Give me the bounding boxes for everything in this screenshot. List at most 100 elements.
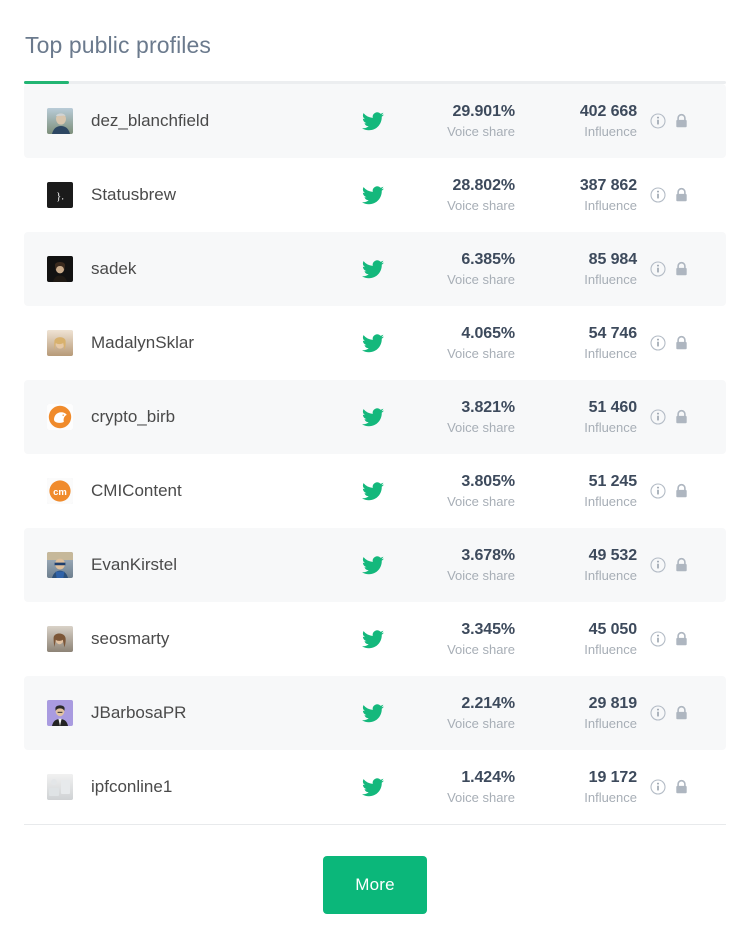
influence-metric: 54 746 Influence	[515, 323, 637, 363]
voice-share-value: 4.065%	[461, 323, 515, 344]
list-item[interactable]: EvanKirstel 3.678% Voice share 49 532 In…	[24, 528, 726, 602]
influence-metric: 387 862 Influence	[515, 175, 637, 215]
list-item[interactable]: MadalynSklar 4.065% Voice share 54 746 I…	[24, 306, 726, 380]
voice-share-value: 3.821%	[461, 397, 515, 418]
info-circle-icon[interactable]	[649, 779, 666, 796]
voice-share-metric: 1.424% Voice share	[395, 767, 515, 807]
influence-metric: 85 984 Influence	[515, 249, 637, 289]
twitter-bird-icon	[351, 556, 395, 575]
list-item[interactable]: JBarbosaPR 2.214% Voice share 29 819 Inf…	[24, 676, 726, 750]
profile-username: JBarbosaPR	[91, 703, 351, 723]
lock-icon[interactable]	[673, 779, 690, 796]
influence-value: 19 172	[589, 767, 637, 788]
info-circle-icon[interactable]	[649, 113, 666, 130]
lock-icon[interactable]	[673, 335, 690, 352]
twitter-bird-icon	[351, 260, 395, 279]
twitter-bird-icon	[351, 186, 395, 205]
voice-share-label: Voice share	[447, 715, 515, 733]
influence-metric: 29 819 Influence	[515, 693, 637, 733]
lock-icon[interactable]	[673, 187, 690, 204]
influence-label: Influence	[584, 493, 637, 511]
lock-icon[interactable]	[673, 631, 690, 648]
svg-text:cm: cm	[53, 487, 67, 498]
profile-username: Statusbrew	[91, 185, 351, 205]
influence-value: 402 668	[580, 101, 637, 122]
voice-share-metric: 29.901% Voice share	[395, 101, 515, 141]
info-circle-icon[interactable]	[649, 187, 666, 204]
voice-share-label: Voice share	[447, 197, 515, 215]
lock-icon[interactable]	[673, 483, 690, 500]
influence-label: Influence	[584, 715, 637, 733]
avatar	[47, 256, 73, 282]
twitter-bird-icon	[351, 112, 395, 131]
voice-share-metric: 3.805% Voice share	[395, 471, 515, 511]
info-circle-icon[interactable]	[649, 705, 666, 722]
voice-share-value: 28.802%	[453, 175, 515, 196]
list-item[interactable]: ipfconline1 1.424% Voice share 19 172 In…	[24, 750, 726, 824]
influence-value: 29 819	[589, 693, 637, 714]
tab-active-indicator	[24, 81, 69, 84]
info-circle-icon[interactable]	[649, 335, 666, 352]
row-actions	[649, 483, 690, 500]
avatar	[47, 700, 73, 726]
info-circle-icon[interactable]	[649, 557, 666, 574]
avatar	[47, 404, 73, 430]
avatar: }.	[47, 182, 73, 208]
list-item[interactable]: dez_blanchfield 29.901% Voice share 402 …	[24, 84, 726, 158]
avatar	[47, 108, 73, 134]
voice-share-value: 1.424%	[461, 767, 515, 788]
profile-username: ipfconline1	[91, 777, 351, 797]
profile-username: dez_blanchfield	[91, 111, 351, 131]
list-item[interactable]: crypto_birb 3.821% Voice share 51 460 In…	[24, 380, 726, 454]
list-item[interactable]: }. Statusbrew 28.802% Voice share 387 86…	[24, 158, 726, 232]
avatar	[47, 626, 73, 652]
twitter-bird-icon	[351, 482, 395, 501]
row-actions	[649, 557, 690, 574]
influence-value: 85 984	[589, 249, 637, 270]
voice-share-label: Voice share	[447, 641, 515, 659]
voice-share-metric: 3.678% Voice share	[395, 545, 515, 585]
voice-share-metric: 3.345% Voice share	[395, 619, 515, 659]
tab-underline-track	[24, 81, 726, 84]
lock-icon[interactable]	[673, 705, 690, 722]
list-item[interactable]: sadek 6.385% Voice share 85 984 Influenc…	[24, 232, 726, 306]
info-circle-icon[interactable]	[649, 631, 666, 648]
profile-username: MadalynSklar	[91, 333, 351, 353]
voice-share-metric: 28.802% Voice share	[395, 175, 515, 215]
voice-share-metric: 2.214% Voice share	[395, 693, 515, 733]
row-actions	[649, 187, 690, 204]
row-actions	[649, 261, 690, 278]
voice-share-label: Voice share	[447, 567, 515, 585]
influence-value: 45 050	[589, 619, 637, 640]
twitter-bird-icon	[351, 778, 395, 797]
card-header: Top public profiles	[0, 0, 750, 84]
info-circle-icon[interactable]	[649, 483, 666, 500]
top-public-profiles-card: Top public profiles dez_blanchfield 29.9…	[0, 0, 750, 950]
voice-share-value: 6.385%	[461, 249, 515, 270]
influence-value: 51 460	[589, 397, 637, 418]
lock-icon[interactable]	[673, 261, 690, 278]
voice-share-value: 3.345%	[461, 619, 515, 640]
lock-icon[interactable]	[673, 113, 690, 130]
influence-value: 54 746	[589, 323, 637, 344]
voice-share-label: Voice share	[447, 789, 515, 807]
row-actions	[649, 409, 690, 426]
list-item[interactable]: seosmarty 3.345% Voice share 45 050 Infl…	[24, 602, 726, 676]
avatar: cm	[47, 478, 73, 504]
avatar	[47, 552, 73, 578]
list-item[interactable]: cm CMIContent 3.805% Voice share 51 245 …	[24, 454, 726, 528]
voice-share-label: Voice share	[447, 345, 515, 363]
lock-icon[interactable]	[673, 557, 690, 574]
more-button[interactable]: More	[323, 856, 427, 914]
twitter-bird-icon	[351, 408, 395, 427]
row-actions	[649, 779, 690, 796]
info-circle-icon[interactable]	[649, 409, 666, 426]
influence-label: Influence	[584, 567, 637, 585]
influence-metric: 51 245 Influence	[515, 471, 637, 511]
info-circle-icon[interactable]	[649, 261, 666, 278]
influence-label: Influence	[584, 789, 637, 807]
voice-share-label: Voice share	[447, 419, 515, 437]
profile-username: EvanKirstel	[91, 555, 351, 575]
lock-icon[interactable]	[673, 409, 690, 426]
voice-share-label: Voice share	[447, 271, 515, 289]
